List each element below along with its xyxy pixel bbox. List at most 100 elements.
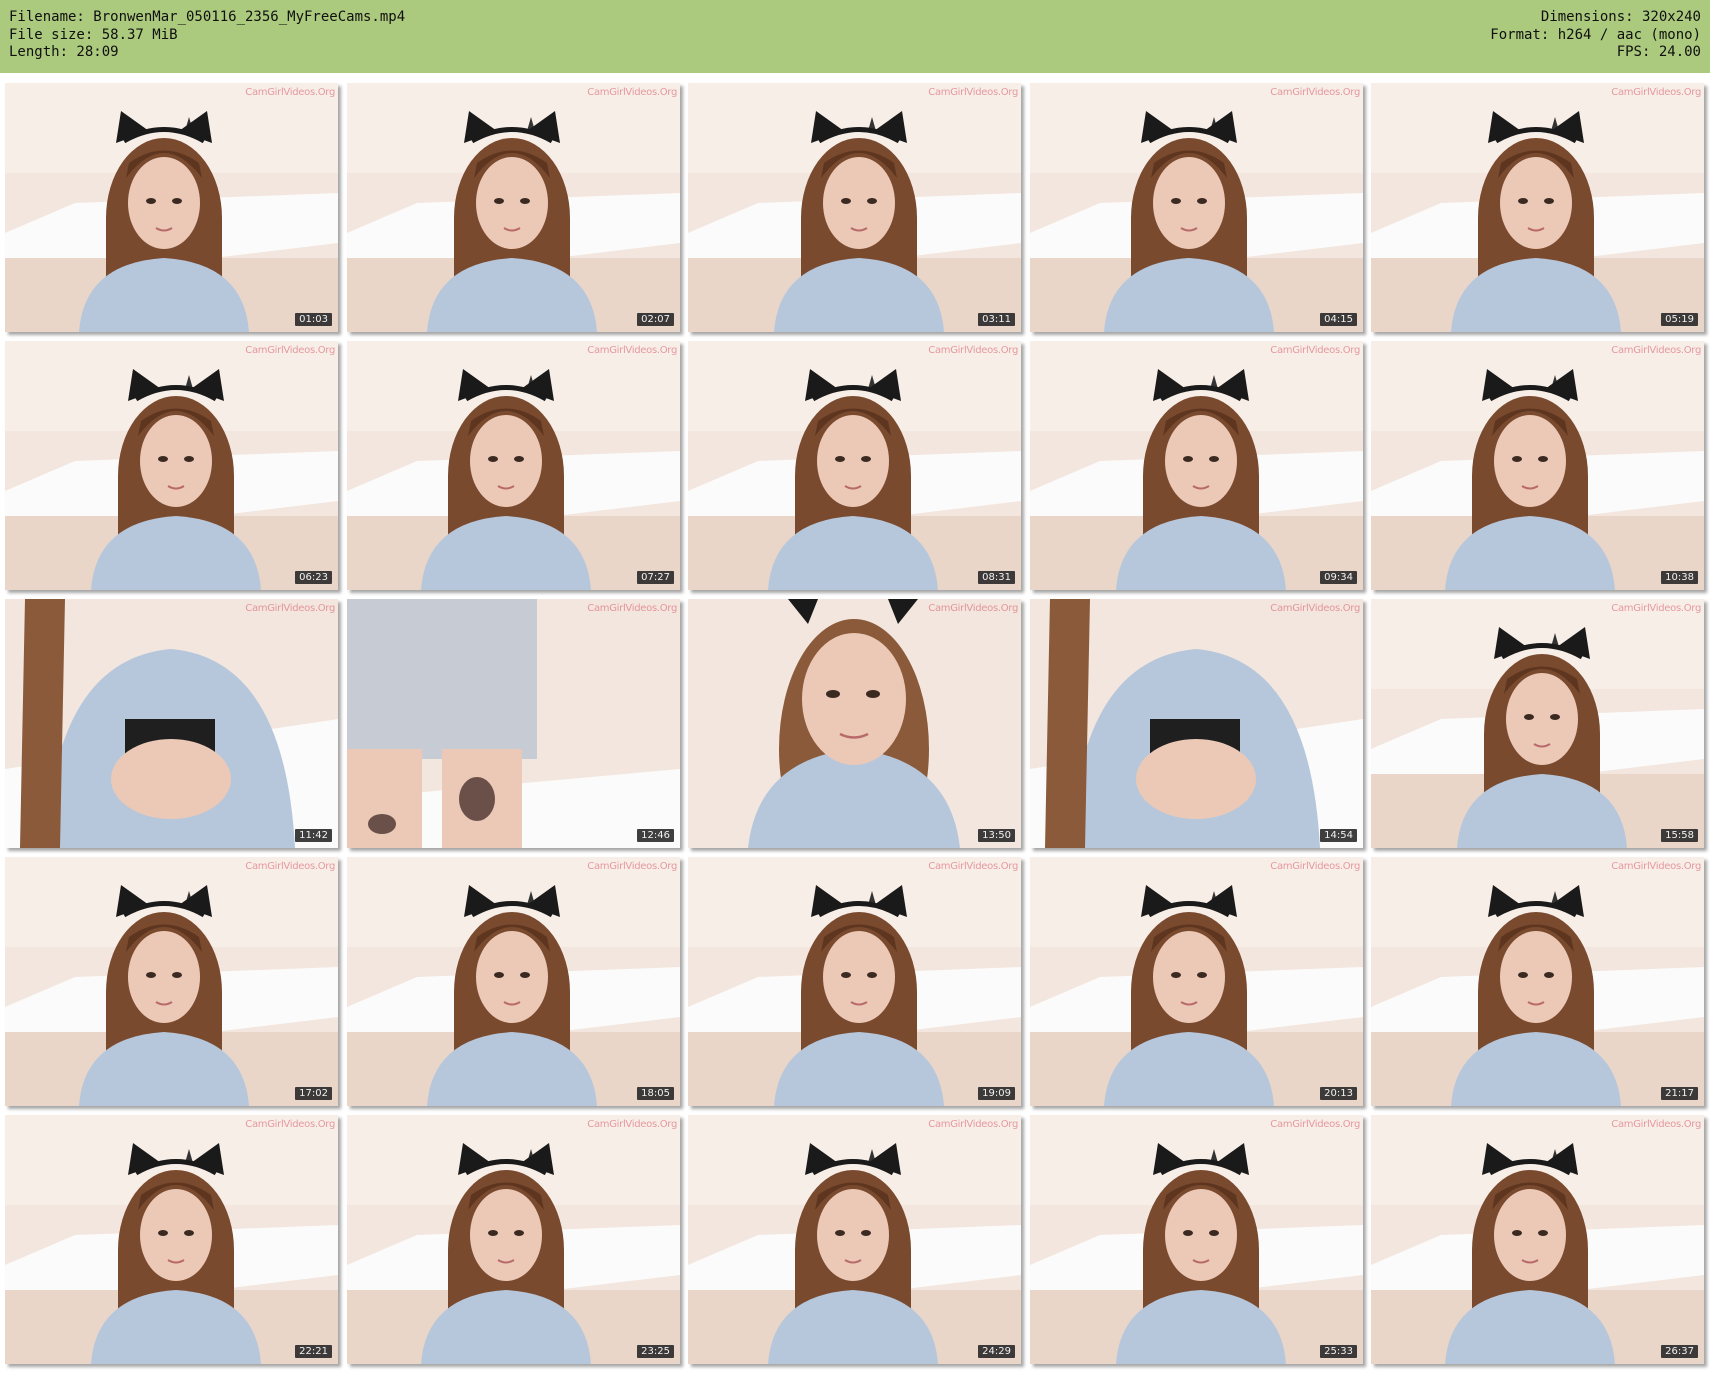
frame-image [5, 83, 338, 332]
watermark-text: CamGirlVideos.Org [1270, 861, 1360, 872]
frame-image [347, 857, 680, 1106]
watermark-text: CamGirlVideos.Org [1611, 603, 1701, 614]
video-thumbnail: CamGirlVideos.Org 23:25 [347, 1115, 680, 1364]
timestamp-label: 17:02 [295, 1087, 332, 1100]
timestamp-label: 24:29 [978, 1345, 1015, 1358]
timestamp-label: 15:58 [1661, 829, 1698, 842]
watermark-text: CamGirlVideos.Org [245, 603, 335, 614]
video-thumbnail: CamGirlVideos.Org 24:29 [688, 1115, 1021, 1364]
frame-image [5, 857, 338, 1106]
video-thumbnail: CamGirlVideos.Org 08:31 [688, 341, 1021, 590]
fps-line: FPS: 24.00 [1616, 44, 1701, 60]
timestamp-label: 23:25 [637, 1345, 674, 1358]
timestamp-label: 06:23 [295, 571, 332, 584]
watermark-text: CamGirlVideos.Org [1611, 861, 1701, 872]
frame-image [1371, 857, 1704, 1106]
frame-image [1030, 1115, 1363, 1364]
watermark-text: CamGirlVideos.Org [245, 1119, 335, 1130]
timestamp-label: 08:31 [978, 571, 1015, 584]
frame-image [347, 599, 680, 848]
frame-image [5, 1115, 338, 1364]
frame-image [688, 341, 1021, 590]
timestamp-label: 20:13 [1320, 1087, 1357, 1100]
watermark-text: CamGirlVideos.Org [1611, 87, 1701, 98]
frame-image [1371, 599, 1704, 848]
video-thumbnail: CamGirlVideos.Org 05:19 [1371, 83, 1704, 332]
video-thumbnail: CamGirlVideos.Org 14:54 [1030, 599, 1363, 848]
timestamp-label: 18:05 [637, 1087, 674, 1100]
timestamp-label: 21:17 [1661, 1087, 1698, 1100]
format-line: Format: h264 / aac (mono) [1490, 26, 1701, 43]
file-info-right: Dimensions: 320x240 Format: h264 / aac (… [1490, 9, 1701, 62]
watermark-text: CamGirlVideos.Org [1270, 603, 1360, 614]
timestamp-label: 25:33 [1320, 1345, 1357, 1358]
frame-image [1030, 599, 1363, 848]
filename-line: Filename: BronwenMar_050116_2356_MyFreeC… [9, 9, 406, 25]
watermark-text: CamGirlVideos.Org [245, 861, 335, 872]
frame-image [1030, 857, 1363, 1106]
video-thumbnail: CamGirlVideos.Org 10:38 [1371, 341, 1704, 590]
watermark-text: CamGirlVideos.Org [1270, 87, 1360, 98]
watermark-text: CamGirlVideos.Org [928, 87, 1018, 98]
video-thumbnail: CamGirlVideos.Org 02:07 [347, 83, 680, 332]
frame-image [5, 599, 338, 848]
frame-image [1030, 83, 1363, 332]
thumbnail-grid: CamGirlVideos.Org 01:03 CamGirlVideos.Org… [5, 83, 1707, 1370]
video-thumbnail: CamGirlVideos.Org 03:11 [688, 83, 1021, 332]
timestamp-label: 22:21 [295, 1345, 332, 1358]
frame-image [1371, 83, 1704, 332]
watermark-text: CamGirlVideos.Org [587, 861, 677, 872]
file-info-left: Filename: BronwenMar_050116_2356_MyFreeC… [9, 9, 405, 62]
watermark-text: CamGirlVideos.Org [928, 345, 1018, 356]
video-thumbnail: CamGirlVideos.Org 07:27 [347, 341, 680, 590]
frame-image [347, 341, 680, 590]
watermark-text: CamGirlVideos.Org [587, 1119, 677, 1130]
frame-image [688, 599, 1021, 848]
watermark-text: CamGirlVideos.Org [587, 603, 677, 614]
frame-image [347, 83, 680, 332]
frame-image [688, 857, 1021, 1106]
video-thumbnail: CamGirlVideos.Org 12:46 [347, 599, 680, 848]
video-thumbnail: CamGirlVideos.Org 26:37 [1371, 1115, 1704, 1364]
timestamp-label: 02:07 [637, 313, 674, 326]
video-thumbnail: CamGirlVideos.Org 04:15 [1030, 83, 1363, 332]
video-thumbnail: CamGirlVideos.Org 11:42 [5, 599, 338, 848]
watermark-text: CamGirlVideos.Org [928, 861, 1018, 872]
frame-image [688, 1115, 1021, 1364]
frame-image [688, 83, 1021, 332]
video-thumbnail: CamGirlVideos.Org 22:21 [5, 1115, 338, 1364]
video-thumbnail: CamGirlVideos.Org 25:33 [1030, 1115, 1363, 1364]
file-info-header: Filename: BronwenMar_050116_2356_MyFreeC… [0, 0, 1710, 73]
watermark-text: CamGirlVideos.Org [928, 1119, 1018, 1130]
watermark-text: CamGirlVideos.Org [1611, 1119, 1701, 1130]
watermark-text: CamGirlVideos.Org [928, 603, 1018, 614]
video-thumbnail: CamGirlVideos.Org 18:05 [347, 857, 680, 1106]
watermark-text: CamGirlVideos.Org [587, 345, 677, 356]
watermark-text: CamGirlVideos.Org [245, 345, 335, 356]
timestamp-label: 04:15 [1320, 313, 1357, 326]
video-thumbnail: CamGirlVideos.Org 09:34 [1030, 341, 1363, 590]
watermark-text: CamGirlVideos.Org [1270, 1119, 1360, 1130]
timestamp-label: 14:54 [1320, 829, 1357, 842]
timestamp-label: 01:03 [295, 313, 332, 326]
video-thumbnail: CamGirlVideos.Org 01:03 [5, 83, 338, 332]
timestamp-label: 13:50 [978, 829, 1015, 842]
timestamp-label: 26:37 [1661, 1345, 1698, 1358]
dimensions-line: Dimensions: 320x240 [1540, 9, 1701, 25]
video-thumbnail: CamGirlVideos.Org 15:58 [1371, 599, 1704, 848]
frame-image [1371, 1115, 1704, 1364]
video-thumbnail: CamGirlVideos.Org 20:13 [1030, 857, 1363, 1106]
timestamp-label: 12:46 [637, 829, 674, 842]
timestamp-label: 09:34 [1320, 571, 1357, 584]
watermark-text: CamGirlVideos.Org [245, 87, 335, 98]
frame-image [5, 341, 338, 590]
timestamp-label: 07:27 [637, 571, 674, 584]
frame-image [347, 1115, 680, 1364]
frame-image [1030, 341, 1363, 590]
timestamp-label: 05:19 [1661, 313, 1698, 326]
timestamp-label: 03:11 [978, 313, 1015, 326]
video-thumbnail: CamGirlVideos.Org 13:50 [688, 599, 1021, 848]
timestamp-label: 11:42 [295, 829, 332, 842]
watermark-text: CamGirlVideos.Org [587, 87, 677, 98]
file-size-line: File size: 58.37 MiB [9, 26, 178, 43]
